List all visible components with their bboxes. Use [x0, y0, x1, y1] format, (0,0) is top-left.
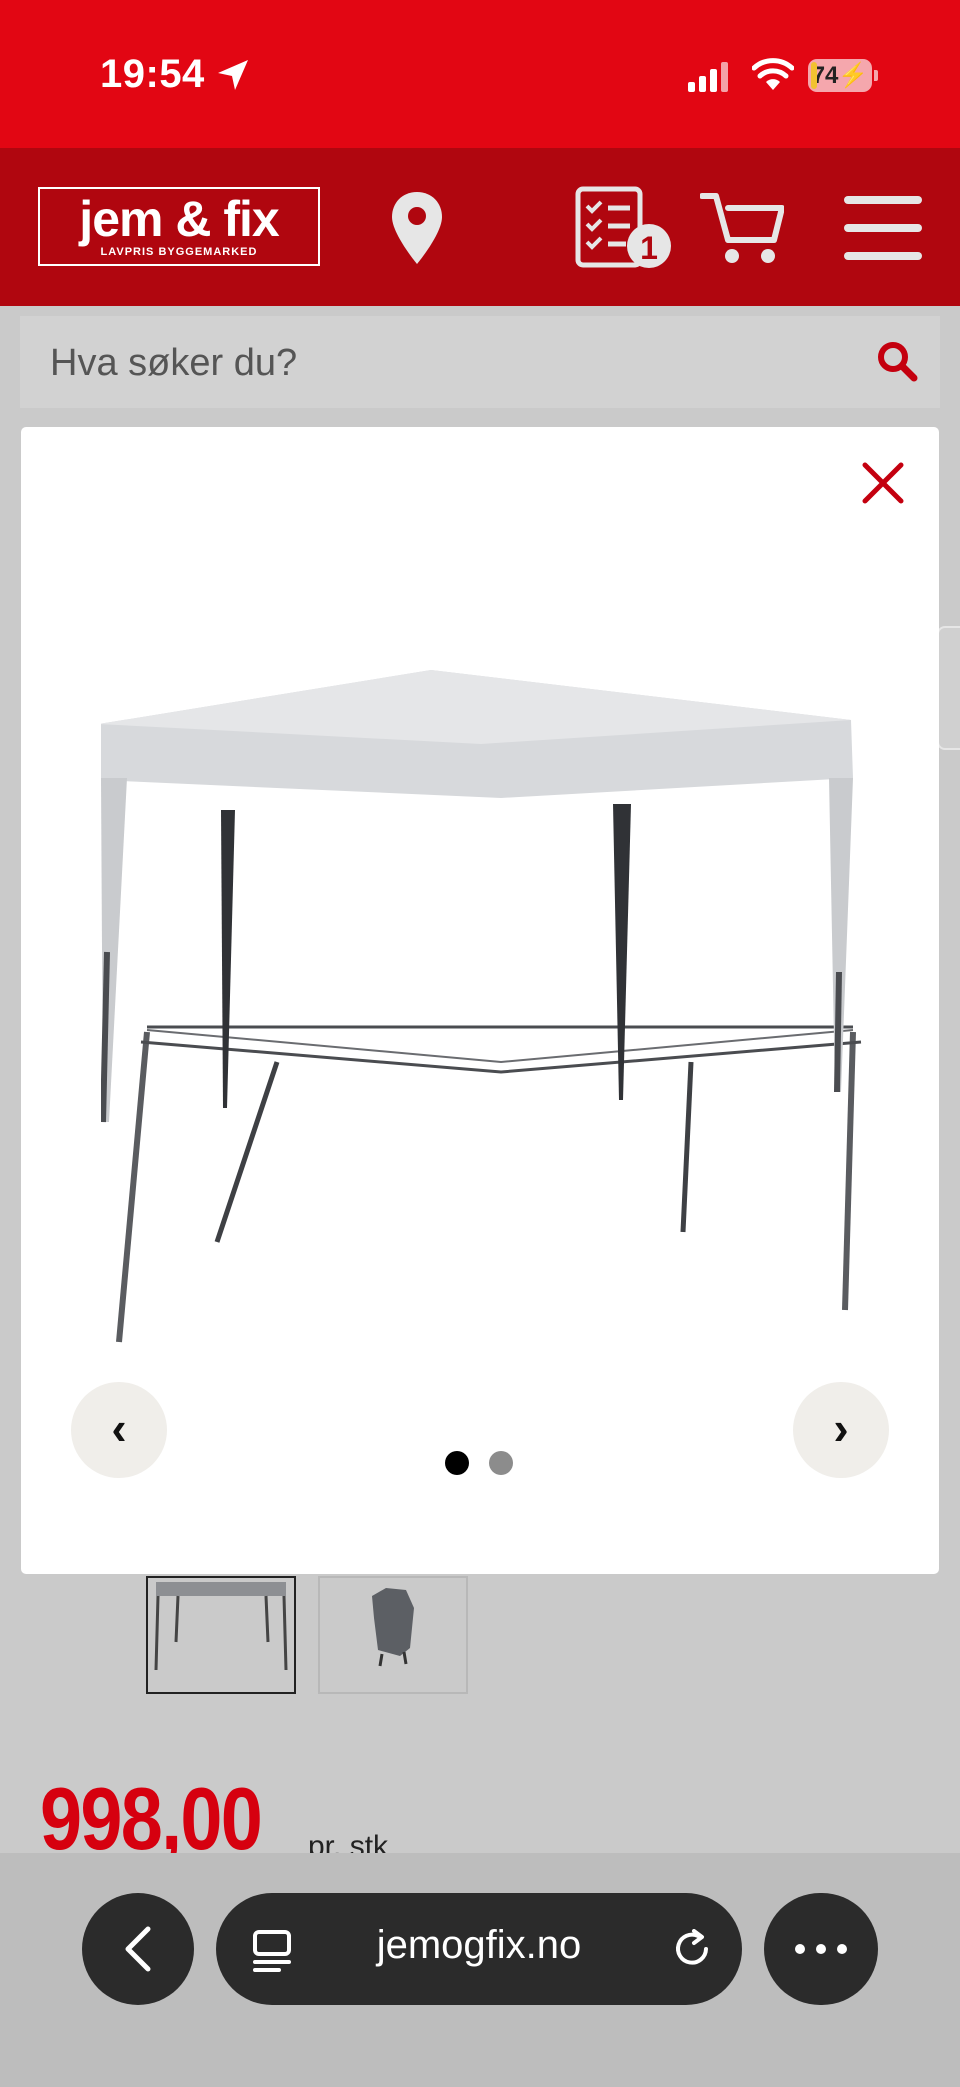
cellular-signal-icon [688, 62, 728, 92]
gazebo-product-image [101, 670, 862, 1343]
logo-tagline: LAVPRIS BYGGEMARKED [100, 246, 258, 258]
battery-indicator: 74⚡ [808, 59, 878, 92]
cart-icon[interactable] [700, 190, 784, 266]
site-header: jem & fix LAVPRIS BYGGEMARKED 1 [0, 148, 960, 306]
menu-icon[interactable] [844, 196, 922, 260]
search-input[interactable] [48, 336, 852, 390]
status-bar: 19:54 74⚡ [0, 0, 960, 148]
site-logo[interactable]: jem & fix LAVPRIS BYGGEMARKED [38, 187, 320, 266]
previous-image-button[interactable]: ‹ [71, 1382, 167, 1478]
next-image-button[interactable]: › [793, 1382, 889, 1478]
chevron-left-icon [125, 1926, 151, 1972]
location-arrow-icon [218, 60, 248, 90]
thumbnail-2[interactable] [318, 1576, 468, 1694]
image-gallery-modal: ‹ › [21, 427, 939, 1574]
browser-back-button[interactable] [82, 1893, 194, 2005]
slide-indicator-2[interactable] [489, 1451, 513, 1475]
folded-gazebo-thumbnail-image [372, 1588, 414, 1667]
browser-toolbar: jemogfix.no [0, 1853, 960, 2087]
address-bar[interactable]: jemogfix.no [216, 1893, 742, 2005]
clock: 19:54 [100, 52, 205, 96]
scroll-handle[interactable] [937, 626, 960, 750]
slide-indicator-1[interactable] [445, 1451, 469, 1475]
charging-bolt-icon: ⚡ [838, 62, 869, 89]
more-dots-icon [795, 1944, 847, 1954]
shopping-list-count-badge: 1 [640, 230, 658, 266]
search-bar [20, 316, 940, 408]
url-text: jemogfix.no [376, 1923, 582, 1967]
close-icon[interactable] [861, 461, 905, 505]
logo-wordmark: jem & fix [79, 191, 279, 247]
thumbnail-1[interactable] [146, 1576, 296, 1694]
store-locator-icon[interactable] [390, 190, 444, 266]
reload-icon[interactable] [672, 1929, 712, 1969]
more-options-button[interactable] [764, 1893, 878, 2005]
gazebo-thumbnail-image [154, 1582, 288, 1671]
search-icon[interactable] [876, 340, 918, 382]
wifi-icon [752, 58, 794, 90]
battery-level: 74 [811, 62, 839, 89]
